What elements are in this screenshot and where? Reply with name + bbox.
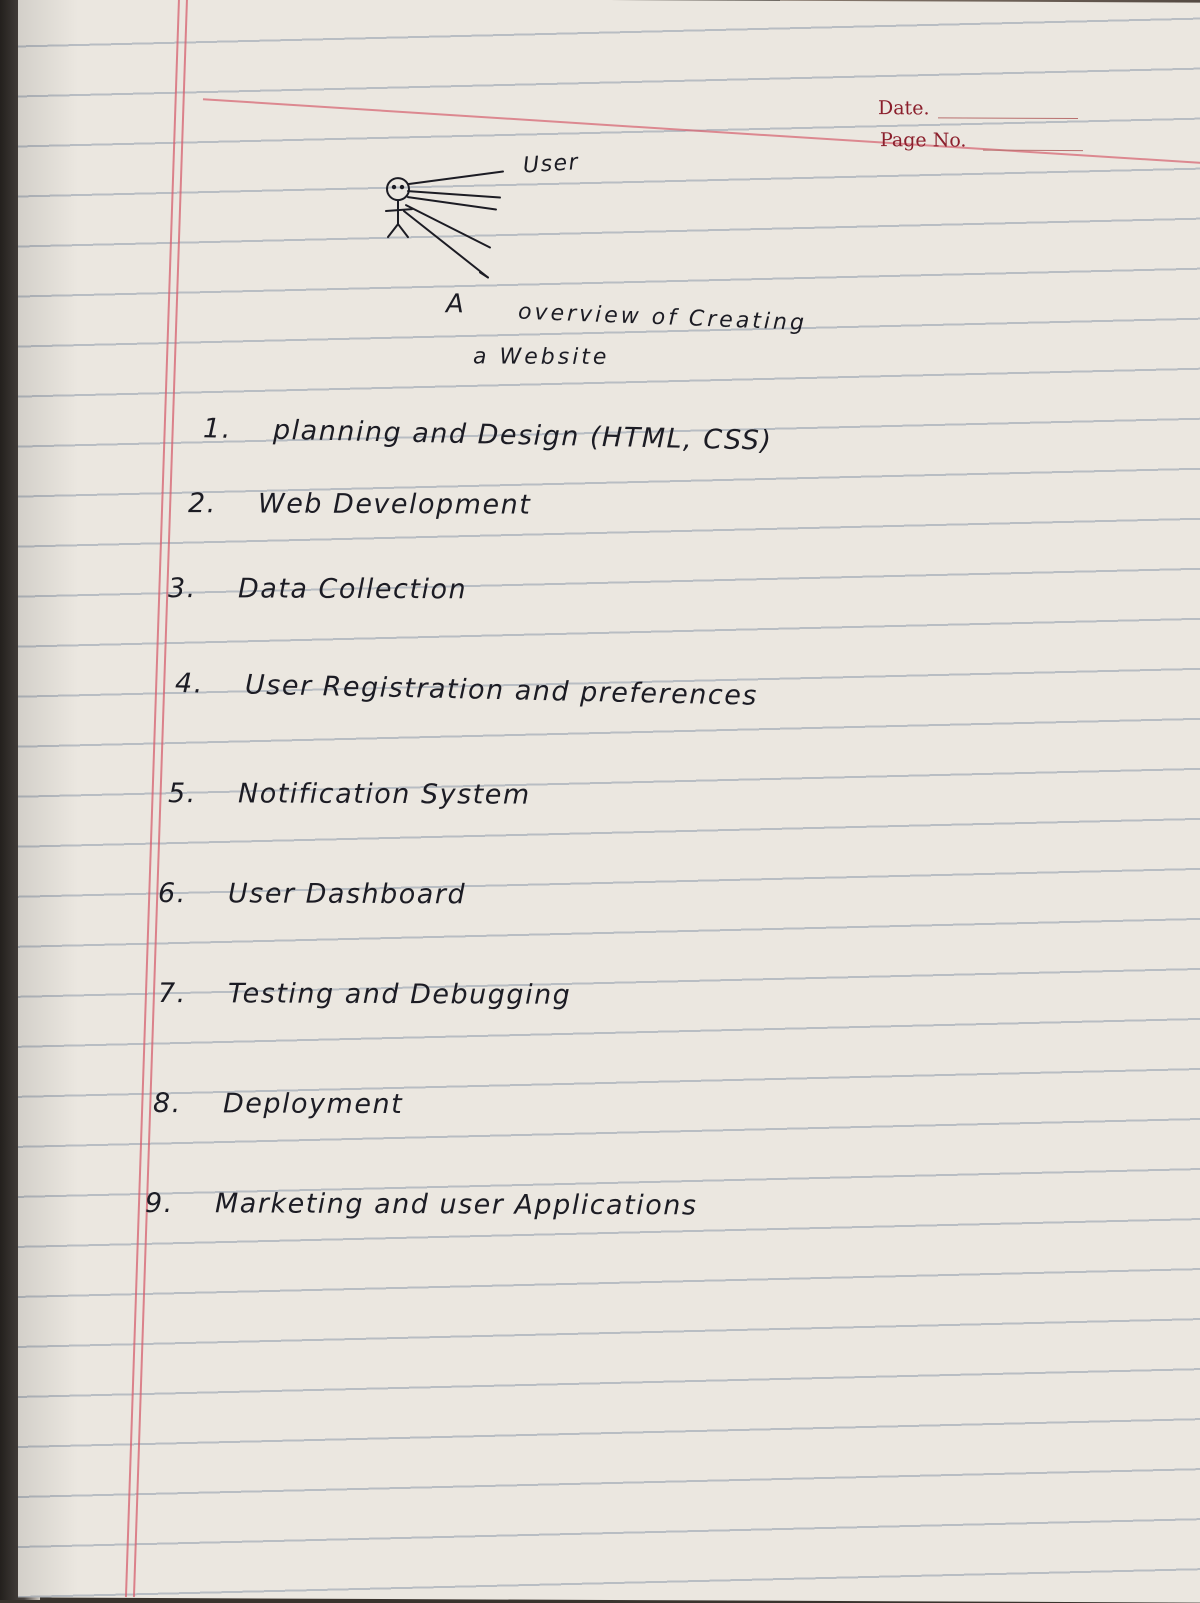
list-item: 6. User Dashboard <box>158 878 466 910</box>
page-no-label: Page No. <box>880 129 967 152</box>
user-label: User <box>522 149 580 179</box>
item-number: 8. <box>153 1088 182 1120</box>
item-text: Web Development <box>258 488 532 521</box>
list-item: 5. Notification System <box>168 778 531 811</box>
item-number: 9. <box>145 1187 174 1220</box>
item-text: Data Collection <box>238 573 468 606</box>
header-rule <box>202 98 1200 164</box>
list-item: 1. planning and Design (HTML, CSS) <box>203 413 773 456</box>
list-item: 4. User Registration and preferences <box>175 668 758 712</box>
list-item: 8. Deployment <box>153 1088 403 1120</box>
item-number: 1. <box>202 413 233 445</box>
item-number: 6. <box>158 878 187 910</box>
title-line-2: a Website <box>473 344 610 371</box>
title-line-1: overview of Creating <box>517 299 808 336</box>
item-text: Testing and Debugging <box>228 978 572 1011</box>
item-text: Marketing and user Applications <box>215 1188 698 1222</box>
title-article: A <box>446 289 466 320</box>
item-number: 2. <box>188 488 217 520</box>
item-number: 5. <box>168 778 197 810</box>
date-label: Date. <box>878 97 930 120</box>
item-text: Notification System <box>238 778 531 811</box>
list-item: 9. Marketing and user Applications <box>145 1188 697 1221</box>
item-number: 7. <box>158 978 187 1010</box>
item-number: 3. <box>168 573 197 605</box>
notebook-page: Date. Page No. User A overview of Creati… <box>18 0 1200 1603</box>
list-item: 2. Web Development <box>188 488 531 520</box>
item-text: User Registration and preferences <box>244 669 759 712</box>
stick-figure-icon <box>385 170 504 279</box>
item-text: Deployment <box>223 1088 404 1121</box>
date-line <box>938 117 1078 120</box>
item-text: planning and Design (HTML, CSS) <box>272 414 773 457</box>
list-item: 7. Testing and Debugging <box>158 978 571 1011</box>
item-text: User Dashboard <box>228 878 467 911</box>
item-number: 4. <box>174 668 205 700</box>
list-item: 3. Data Collection <box>168 573 467 605</box>
